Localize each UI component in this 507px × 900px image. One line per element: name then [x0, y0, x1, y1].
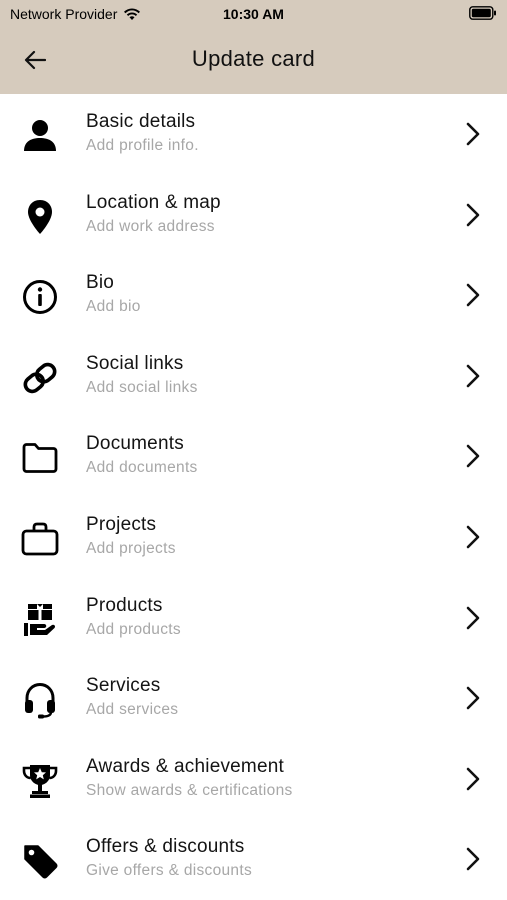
item-label: Location & map: [86, 191, 221, 213]
bag-icon: [18, 519, 62, 559]
item-text: Products Add products: [86, 594, 181, 641]
item-subtitle: Add projects: [86, 539, 176, 557]
info-icon: [18, 277, 62, 317]
chevron-right-icon: [466, 767, 480, 791]
item-label: Offers & discounts: [86, 836, 245, 858]
list-item-location-map[interactable]: Location & map Add work address: [0, 175, 507, 256]
item-text: Awards & achievement Show awards & certi…: [86, 755, 293, 802]
person-icon: [18, 116, 62, 156]
chevron-right-icon: [466, 445, 480, 468]
item-subtitle: Add products: [86, 620, 181, 638]
item-subtitle: Add bio: [86, 298, 141, 316]
item-label: Basic details: [86, 111, 196, 132]
chevron-right-icon: [466, 122, 480, 146]
chevron-right-icon: [466, 364, 480, 388]
item-text: Bio Add bio: [86, 271, 141, 318]
item-subtitle: Add documents: [86, 459, 198, 477]
tag-icon: [18, 841, 62, 881]
item-text: Location & map Add work address: [86, 191, 221, 238]
location-pin-icon: [18, 197, 62, 237]
headphones-icon: [18, 680, 62, 720]
item-subtitle: Give offers & discounts: [86, 862, 252, 880]
list-item-products[interactable]: Products Add products: [0, 578, 507, 659]
product-box-icon: [18, 600, 62, 640]
list-item-projects[interactable]: Projects Add projects: [0, 497, 507, 578]
item-text: Basic details Add profile info.: [86, 110, 199, 157]
item-subtitle: Add profile info.: [86, 137, 199, 154]
item-text: Offers & discounts Give offers & discoun…: [86, 835, 252, 882]
list-item-social-links[interactable]: Social links Add social links: [0, 336, 507, 417]
chevron-right-icon: [466, 686, 480, 710]
app-header: Network Provider 10:30 AM Update card: [0, 0, 507, 94]
item-subtitle: Show awards & certifications: [86, 781, 293, 799]
item-label: Bio: [86, 272, 115, 294]
item-text: Projects Add projects: [86, 513, 176, 560]
list-item-awards[interactable]: Awards & achievement Show awards & certi…: [0, 739, 507, 820]
item-label: Documents: [86, 433, 184, 455]
item-label: Products: [86, 594, 163, 616]
item-label: Projects: [86, 513, 157, 535]
nav-bar: Update card: [0, 36, 507, 84]
trophy-icon: [18, 761, 62, 801]
item-subtitle: Add work address: [86, 217, 215, 235]
list-item-basic-details[interactable]: Basic details Add profile info.: [0, 94, 507, 175]
item-label: Services: [86, 675, 161, 697]
status-bar: Network Provider 10:30 AM: [0, 0, 507, 28]
status-time: 10:30 AM: [223, 6, 284, 22]
battery-icon: [469, 6, 497, 23]
item-text: Services Add services: [86, 674, 178, 721]
chevron-right-icon: [466, 203, 480, 226]
chevron-right-icon: [466, 848, 480, 871]
item-label: Awards & achievement: [86, 755, 284, 777]
chevron-right-icon: [466, 606, 480, 629]
item-subtitle: Add services: [86, 701, 179, 719]
list-item-offers[interactable]: Offers & discounts Give offers & discoun…: [0, 819, 507, 900]
link-icon: [18, 358, 62, 398]
folder-icon: [18, 438, 62, 478]
settings-list: Basic details Add profile info. Location…: [0, 94, 507, 900]
chevron-right-icon: [466, 525, 480, 549]
page-title: Update card: [191, 46, 316, 71]
item-text: Documents Add documents: [86, 432, 198, 479]
list-item-documents[interactable]: Documents Add documents: [0, 416, 507, 497]
chevron-right-icon: [466, 283, 480, 307]
list-item-bio[interactable]: Bio Add bio: [0, 255, 507, 336]
item-subtitle: Add social links: [86, 378, 198, 396]
item-text: Social links Add social links: [86, 352, 198, 399]
list-item-services[interactable]: Services Add services: [0, 658, 507, 739]
item-label: Social links: [86, 352, 184, 374]
